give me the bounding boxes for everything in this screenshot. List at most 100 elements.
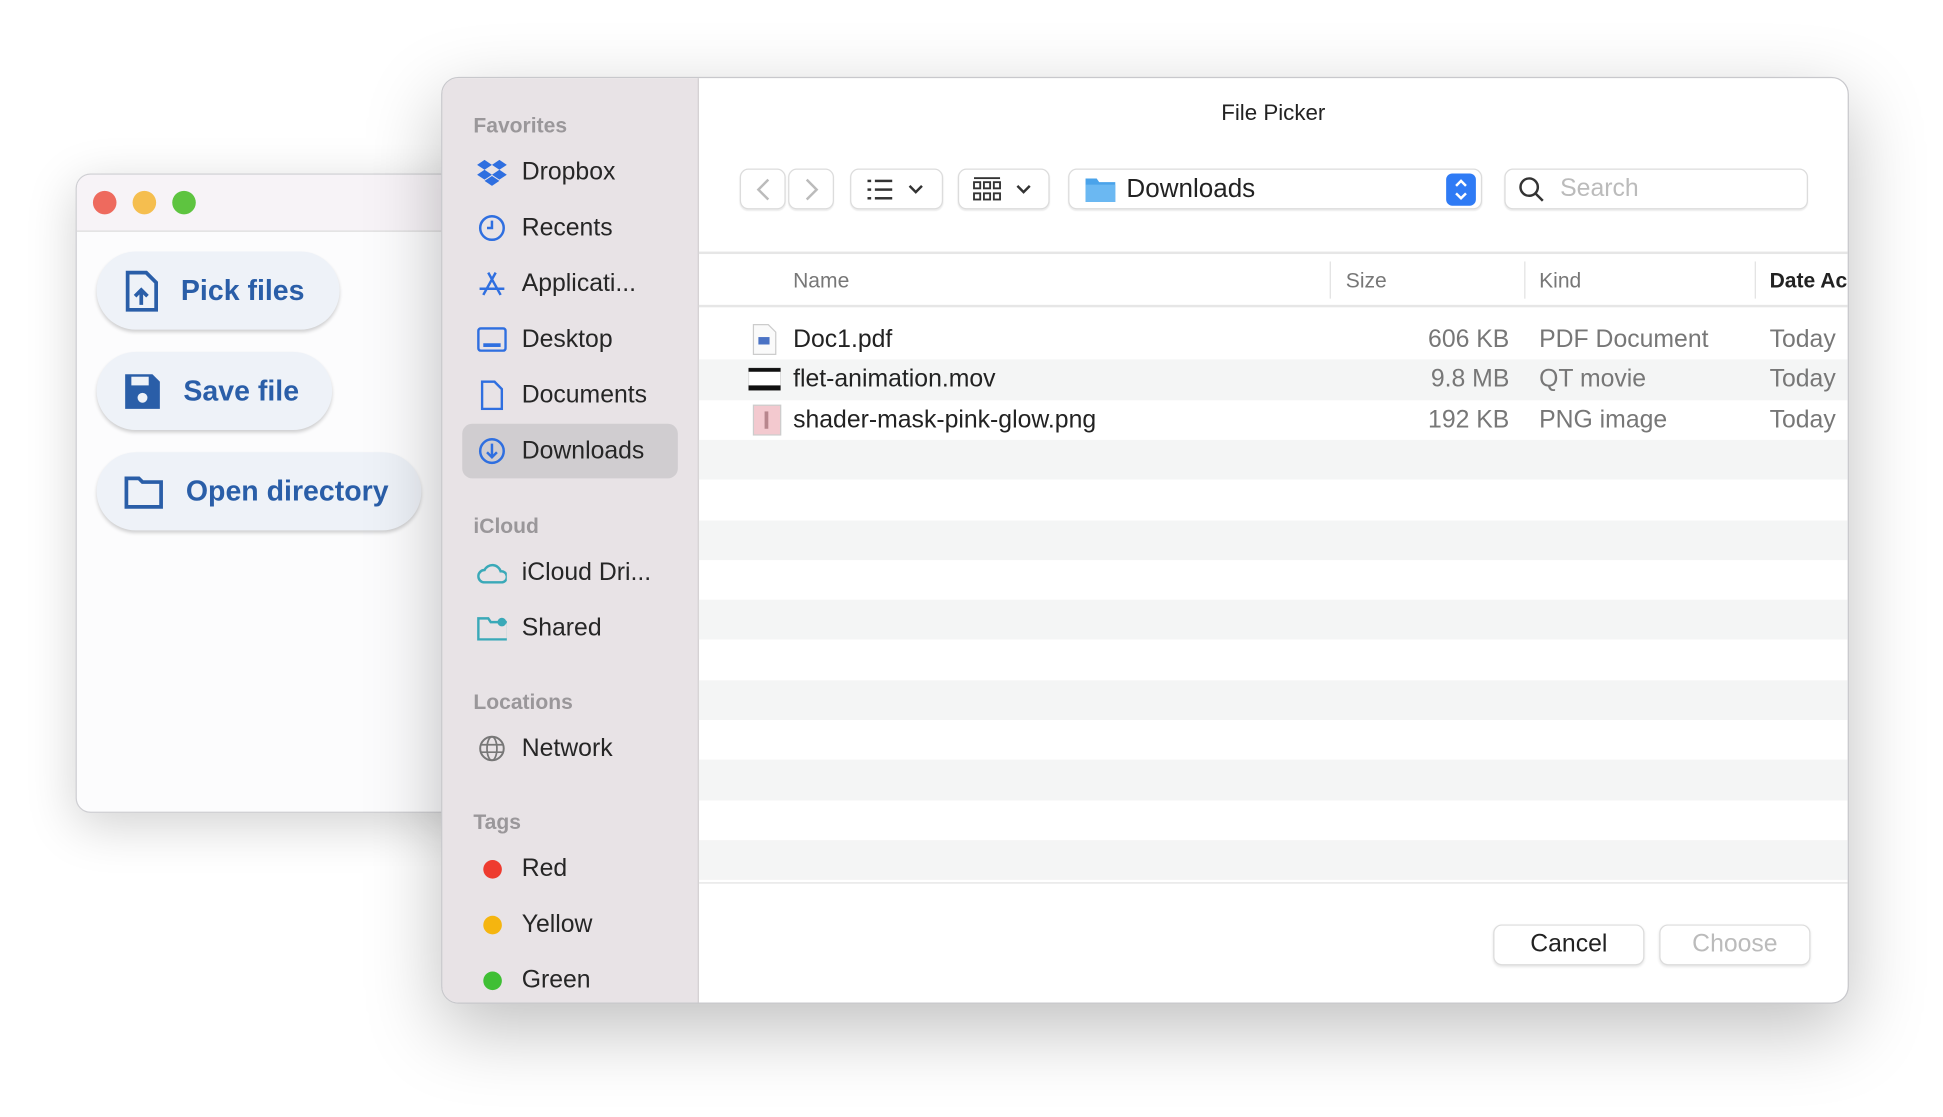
sidebar-item-applications[interactable]: Applicati... [462, 257, 678, 312]
empty-row [699, 640, 1848, 680]
pick-files-button[interactable]: Pick files [96, 251, 340, 330]
file-row[interactable]: Doc1.pdf 606 KB PDF Document Today [699, 320, 1848, 360]
stepper-chevrons-icon [1446, 173, 1476, 206]
red-tag-dot-icon [482, 859, 502, 878]
empty-row [698, 840, 1848, 881]
sidebar-tag-yellow[interactable]: Yellow [462, 897, 678, 952]
sidebar-item-label: Applicati... [521, 269, 637, 297]
dialog-title: File Picker [1221, 100, 1326, 126]
file-size: 192 KB [1428, 405, 1510, 434]
file-picker-dialog: Favorites Dropbox Recents Applicati... D… [441, 76, 1849, 1004]
list-icon [866, 179, 923, 199]
sidebar-item-desktop[interactable]: Desktop [462, 312, 678, 367]
file-upload-icon [125, 270, 158, 312]
empty-row [698, 679, 1848, 720]
list-view-button[interactable] [850, 168, 944, 210]
folder-icon [1085, 177, 1116, 202]
location-label: Downloads [1126, 174, 1256, 203]
desktop-icon [477, 325, 507, 355]
file-row[interactable]: flet-animation.mov 9.8 MB QT movie Today [698, 359, 1848, 401]
zoom-button[interactable] [172, 190, 196, 215]
pdf-file-icon [752, 323, 777, 363]
file-date: Today [1769, 365, 1836, 394]
clock-icon [477, 213, 507, 243]
empty-row [698, 759, 1848, 801]
divider [698, 882, 1848, 884]
section-favorites: Favorites [473, 114, 568, 138]
open-directory-button[interactable]: Open directory [96, 452, 422, 531]
file-date: Today [1769, 405, 1836, 434]
section-icloud: iCloud [473, 514, 539, 538]
sidebar: Favorites Dropbox Recents Applicati... D… [442, 78, 699, 1003]
empty-row [698, 599, 1848, 640]
sidebar-item-network[interactable]: Network [462, 721, 678, 776]
title-bar [76, 174, 484, 232]
save-file-label: Save file [183, 374, 300, 407]
section-locations: Locations [473, 690, 573, 714]
app-window: Pick files Save file Open directory [75, 173, 485, 813]
sidebar-item-label: Green [521, 965, 591, 994]
file-kind: PDF Document [1539, 325, 1709, 354]
dropbox-icon [477, 157, 507, 187]
cloud-icon [477, 558, 507, 588]
app-store-icon [477, 269, 507, 299]
column-header: Name Size Kind Date Ac [698, 251, 1848, 308]
sidebar-item-shared[interactable]: Shared [462, 601, 678, 656]
file-kind: PNG image [1539, 405, 1668, 434]
floppy-disk-icon [125, 373, 160, 409]
empty-row [699, 800, 1848, 840]
icon-view-button[interactable] [957, 168, 1050, 210]
file-kind: QT movie [1539, 365, 1647, 394]
sidebar-item-label: Shared [521, 614, 602, 642]
sidebar-item-label: Red [521, 854, 568, 882]
close-button[interactable] [92, 190, 117, 215]
sidebar-item-downloads[interactable]: Downloads [462, 423, 678, 479]
empty-row [699, 560, 1848, 600]
movie-file-icon [747, 366, 782, 401]
column-name[interactable]: Name [793, 269, 849, 294]
search-icon [1519, 176, 1544, 202]
document-icon [477, 380, 507, 411]
location-popup[interactable]: Downloads [1068, 168, 1483, 210]
sidebar-item-label: Network [521, 734, 613, 762]
section-tags: Tags [473, 810, 521, 834]
sidebar-item-dropbox[interactable]: Dropbox [462, 145, 678, 200]
chevron-right-icon [805, 178, 818, 200]
file-date: Today [1769, 325, 1836, 354]
file-name: flet-animation.mov [793, 365, 996, 394]
sidebar-item-icloud-drive[interactable]: iCloud Dri... [462, 545, 678, 600]
empty-row [698, 439, 1848, 480]
sidebar-item-label: Dropbox [521, 157, 616, 186]
choose-button[interactable]: Choose [1659, 924, 1811, 966]
yellow-tag-dot-icon [482, 915, 502, 934]
chevron-left-icon [756, 178, 769, 200]
sidebar-item-label: Yellow [521, 910, 593, 938]
save-file-button[interactable]: Save file [96, 351, 333, 431]
sidebar-item-label: Downloads [521, 436, 645, 465]
search-input[interactable]: Search [1504, 168, 1808, 210]
minimize-button[interactable] [132, 190, 157, 215]
download-icon [477, 436, 507, 466]
sidebar-item-recents[interactable]: Recents [462, 201, 678, 256]
column-size[interactable]: Size [1346, 269, 1387, 294]
column-date-added[interactable]: Date Ac [1770, 269, 1848, 294]
file-name: shader-mask-pink-glow.png [793, 405, 1097, 434]
empty-row [699, 480, 1848, 520]
column-kind[interactable]: Kind [1539, 269, 1581, 294]
empty-row [698, 519, 1848, 560]
shared-folder-icon [477, 613, 507, 643]
cancel-button[interactable]: Cancel [1493, 924, 1645, 966]
pick-files-label: Pick files [180, 273, 305, 307]
sidebar-item-label: iCloud Dri... [521, 558, 652, 586]
sidebar-tag-green[interactable]: Green [462, 953, 678, 1003]
file-row[interactable]: shader-mask-pink-glow.png 192 KB PNG ima… [699, 400, 1848, 440]
sidebar-tag-red[interactable]: Red [462, 841, 678, 896]
forward-button[interactable] [788, 168, 834, 210]
sidebar-item-label: Recents [521, 213, 613, 242]
grid-icon [973, 176, 1031, 200]
back-button[interactable] [739, 168, 786, 210]
sidebar-item-documents[interactable]: Documents [462, 368, 678, 423]
file-name: Doc1.pdf [793, 325, 893, 354]
green-tag-dot-icon [482, 970, 502, 990]
file-size: 606 KB [1428, 325, 1510, 354]
